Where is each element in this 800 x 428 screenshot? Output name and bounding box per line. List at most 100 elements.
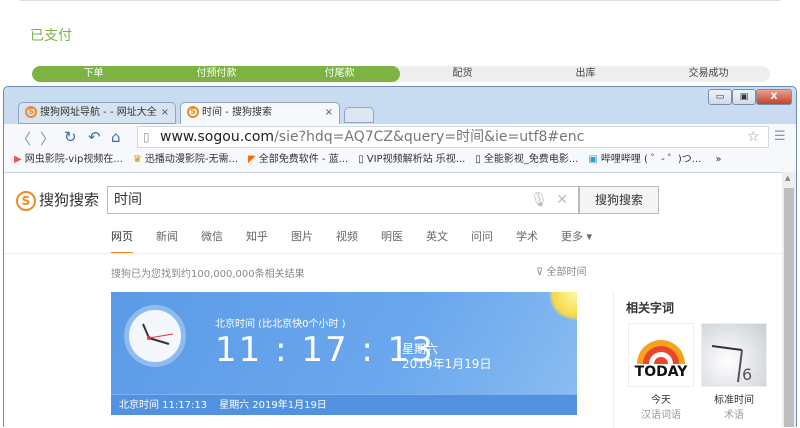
page-content: S 搜狗搜索 时间 🎙 ✕ 搜狗搜索 网页 新闻 微信 知乎 图片 视频 明医 英文 … <box>4 172 782 428</box>
tab-time-search[interactable]: S 时间 - 搜狗搜索 × <box>180 102 340 125</box>
bookmark[interactable]: ▯ 全能影视_免费电影... <box>475 150 578 170</box>
related-item[interactable]: 6 标准时间 术语 <box>701 323 767 421</box>
search-button[interactable]: 搜狗搜索 <box>579 186 659 214</box>
url-path: /sie?hdq=AQ7CZ&query=时间&ie=utf8#enc <box>274 129 585 145</box>
svg-text:6: 6 <box>742 365 752 384</box>
maximize-button[interactable]: ▣ <box>732 89 756 105</box>
crown-icon: ♛ <box>132 154 142 165</box>
close-button[interactable]: X <box>756 89 792 105</box>
reload-button[interactable]: ↻ <box>64 128 77 146</box>
bookmark-label: 网虫影院-vip视频在... <box>24 154 123 165</box>
bookmark-label: 迅播动漫影院-无需... <box>144 154 239 165</box>
tab-images[interactable]: 图片 <box>291 228 313 254</box>
page-icon: ▯ <box>475 154 481 165</box>
sun-decoration <box>549 292 577 320</box>
bookmark-label: VIP视频解析站 乐视... <box>366 154 466 165</box>
tab-zhihu[interactable]: 知乎 <box>246 228 268 254</box>
sogou-icon: S <box>187 106 199 118</box>
today-image: TODAY <box>628 323 694 387</box>
related-type: 汉语词语 <box>641 410 681 421</box>
search-input[interactable]: 时间 🎙 ✕ <box>107 186 579 214</box>
home-button[interactable]: ⌂ <box>111 128 121 146</box>
related-name: 今天 <box>651 395 671 406</box>
bookmark[interactable]: ▶ 网虫影院-vip视频在... <box>14 150 123 170</box>
new-tab-button[interactable] <box>344 107 374 123</box>
divider <box>20 0 780 1</box>
filter-label: 全部时间 <box>546 267 587 278</box>
sogou-icon: S <box>16 190 36 211</box>
clock-image: 6 <box>701 323 767 387</box>
sogou-logo[interactable]: S 搜狗搜索 <box>16 189 99 211</box>
tab-news[interactable]: 新闻 <box>156 228 178 254</box>
page-icon: ▯ <box>358 154 364 165</box>
clock-card: 北京时间 (比北京快0个小时 ) 11 : 17 : 13 星期六 2019年1… <box>111 292 577 415</box>
back-button[interactable]: 〈 <box>16 128 31 149</box>
today-logo-text: TODAY <box>634 364 688 380</box>
scrollbar[interactable]: ▲ <box>782 172 796 427</box>
browser-window: ▭ ▣ X S 搜狗网址导航 - - 网址大全 × S 时间 - 搜狗搜索 × 〈 〉 … <box>3 86 797 428</box>
related-item[interactable]: TODAY 今天 汉语词语 <box>628 323 694 421</box>
bilibili-icon: ▣ <box>588 154 598 165</box>
vertical-tabs: 网页 新闻 微信 知乎 图片 视频 明医 英文 问问 学术 更多 ▾ <box>111 228 615 254</box>
bookmark[interactable]: ▣ 哔哩哔哩 ( ゜- ゜)つ... <box>588 150 701 170</box>
url-host: www.sogou.com <box>160 129 275 145</box>
related-name: 标准时间 <box>714 395 754 406</box>
step: 配货 <box>452 68 473 79</box>
undo-close-button[interactable]: ↶ <box>88 128 101 146</box>
tab-sogou-nav[interactable]: S 搜狗网址导航 - - 网址大全 × <box>18 102 176 124</box>
flag-icon: ◤ <box>248 154 256 165</box>
result-count: 搜狗已为您找到约100,000,000条相关结果 <box>111 269 305 280</box>
tab-wechat[interactable]: 微信 <box>201 228 223 254</box>
scrollbar-thumb[interactable] <box>784 188 794 427</box>
sogou-icon: S <box>25 106 37 118</box>
footer-time: 北京时间 11:17:13 <box>119 400 208 411</box>
tab-web[interactable]: 网页 <box>111 228 133 254</box>
bookmarks-more[interactable]: » <box>715 150 721 170</box>
clock-footer: 北京时间 11:17:13 星期六 2019年1月19日 <box>111 394 577 415</box>
related-title: 相关字词 <box>626 301 675 315</box>
date: 2019年1月19日 <box>402 357 492 371</box>
time-filter[interactable]: ⊽ 全部时间 <box>536 263 587 278</box>
tab-video[interactable]: 视频 <box>336 228 358 254</box>
bookmark-label: 全能影视_免费电影... <box>483 154 579 165</box>
tab-english[interactable]: 英文 <box>426 228 448 254</box>
address-bar[interactable]: ▯ www.sogou.com/sie?hdq=AQ7CZ&query=时间&ie… <box>137 126 769 148</box>
step: 下单 <box>83 68 104 79</box>
tab-title: 搜狗网址导航 - - 网址大全 <box>40 107 157 118</box>
bookmarks-bar: ▶ 网虫影院-vip视频在... ♛ 迅播动漫影院-无需... ◤ 全部免费软件 - … <box>4 150 796 170</box>
step: 交易成功 <box>688 68 729 79</box>
order-status: 已支付 <box>30 28 72 44</box>
scroll-up-icon[interactable]: ▲ <box>785 174 790 182</box>
step: 付预付款 <box>196 68 237 79</box>
query-text: 时间 <box>114 192 142 208</box>
tab-scholar[interactable]: 学术 <box>516 228 538 254</box>
bookmark[interactable]: ◤ 全部免费软件 - 蓝... <box>248 150 348 170</box>
tab-wenwen[interactable]: 问问 <box>471 228 493 254</box>
tab-more[interactable]: 更多 ▾ <box>561 228 592 254</box>
minimize-button[interactable]: ▭ <box>708 89 732 105</box>
toolbar: 〈 〉 ↻ ↶ ⌂ ▯ www.sogou.com/sie?hdq=AQ7CZ&q… <box>4 124 796 172</box>
tab-medical[interactable]: 明医 <box>381 228 403 254</box>
clock-icon <box>124 305 186 367</box>
order-progress: 下单 付预付款 付尾款 配货 出库 交易成功 <box>32 66 770 82</box>
menu-icon[interactable]: ☰ <box>774 129 786 144</box>
star-icon[interactable]: ☆ <box>747 129 760 145</box>
bookmark-label: 哔哩哔哩 ( ゜- ゜)つ... <box>600 154 702 165</box>
microphone-icon[interactable]: 🎙 <box>530 187 548 213</box>
logo-text: 搜狗搜索 <box>39 191 100 209</box>
related-type: 术语 <box>724 410 744 421</box>
footer-date: 星期六 2019年1月19日 <box>219 400 327 411</box>
divider <box>4 253 782 254</box>
clear-icon[interactable]: ✕ <box>556 187 568 213</box>
related-panel: 相关字词 TODAY 今天 汉语词语 6 标准时间 术语 <box>613 291 782 428</box>
filter-icon: ⊽ <box>536 267 547 278</box>
tab-close-icon[interactable]: × <box>325 103 333 123</box>
step: 出库 <box>575 68 596 79</box>
bookmark[interactable]: ▯ VIP视频解析站 乐视... <box>358 150 465 170</box>
step: 付尾款 <box>324 68 355 79</box>
tab-close-icon[interactable]: × <box>161 103 169 123</box>
forward-button[interactable]: 〉 <box>40 128 55 149</box>
tab-title: 时间 - 搜狗搜索 <box>202 107 272 118</box>
video-icon: ▶ <box>14 154 22 165</box>
bookmark[interactable]: ♛ 迅播动漫影院-无需... <box>133 150 238 170</box>
